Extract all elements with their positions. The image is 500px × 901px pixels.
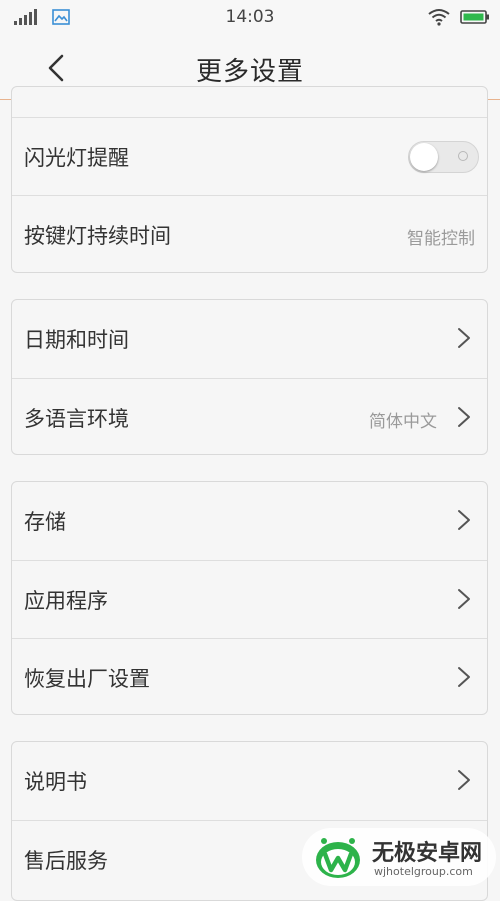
- chevron-right-icon: [458, 407, 470, 427]
- settings-group-display: 闪光灯提醒 按键灯持续时间 智能控制: [11, 86, 488, 273]
- battery-icon: [460, 10, 489, 24]
- toggle-off-icon: [458, 151, 468, 161]
- watermark-badge: 无极安卓网 wjhotelgroup.com: [302, 828, 496, 886]
- settings-row-spacer: [12, 87, 487, 117]
- settings-row-label: 存储: [24, 510, 66, 534]
- settings-row-label: 按键灯持续时间: [24, 224, 171, 248]
- watermark-name: 无极安卓网: [372, 841, 483, 866]
- watermark-logo-icon: [316, 838, 360, 878]
- settings-row-label: 应用程序: [24, 589, 108, 613]
- status-time: 14:03: [225, 7, 275, 27]
- settings-row-key-light-duration[interactable]: 按键灯持续时间 智能控制: [12, 195, 487, 272]
- settings-group-locale: 日期和时间 多语言环境 简体中文: [11, 299, 488, 455]
- settings-row-storage[interactable]: 存储: [12, 482, 487, 560]
- settings-row-value: 简体中文: [369, 412, 437, 432]
- settings-row-label: 闪光灯提醒: [24, 146, 129, 170]
- settings-row-value: 智能控制: [407, 229, 475, 249]
- settings-row-label: 说明书: [24, 770, 87, 794]
- flash-reminder-toggle[interactable]: [408, 141, 479, 173]
- settings-row-label: 售后服务: [24, 849, 108, 873]
- settings-row-applications[interactable]: 应用程序: [12, 560, 487, 638]
- settings-row-date-time[interactable]: 日期和时间: [12, 300, 487, 378]
- chevron-right-icon: [458, 667, 470, 687]
- settings-row-language[interactable]: 多语言环境 简体中文: [12, 378, 487, 454]
- settings-row-manual[interactable]: 说明书: [12, 742, 487, 820]
- toggle-knob: [410, 143, 438, 171]
- chevron-right-icon: [458, 328, 470, 348]
- page-title: 更多设置: [195, 57, 304, 87]
- settings-row-factory-reset[interactable]: 恢复出厂设置: [12, 638, 487, 714]
- settings-group-storage: 存储 应用程序 恢复出厂设置: [11, 481, 488, 715]
- status-bar: 14:03: [0, 0, 500, 36]
- chevron-right-icon: [458, 770, 470, 790]
- wifi-icon: [428, 9, 450, 26]
- watermark-url: wjhotelgroup.com: [374, 865, 473, 878]
- chevron-right-icon: [458, 510, 470, 530]
- settings-row-flash-reminder[interactable]: 闪光灯提醒: [12, 117, 487, 195]
- settings-row-label: 日期和时间: [24, 328, 129, 352]
- settings-row-label: 恢复出厂设置: [24, 667, 150, 691]
- chevron-right-icon: [458, 589, 470, 609]
- settings-row-label: 多语言环境: [24, 407, 129, 431]
